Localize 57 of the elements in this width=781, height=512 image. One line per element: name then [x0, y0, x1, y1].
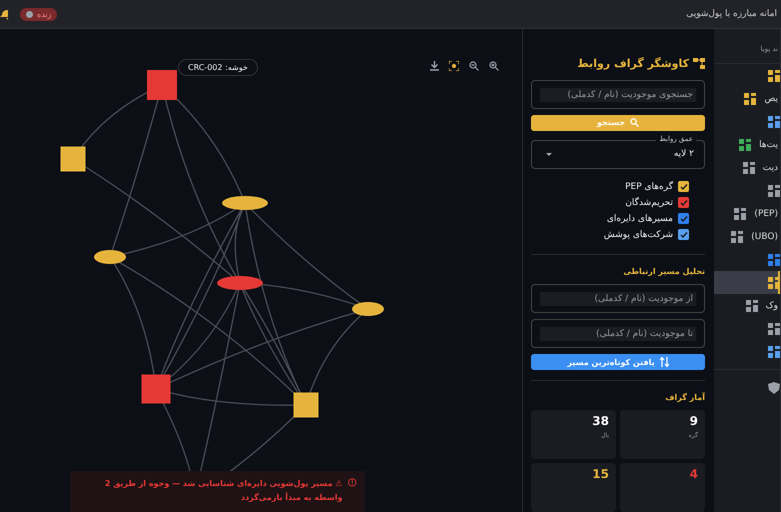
menu-icon	[731, 230, 744, 242]
filter-checkbox[interactable]: مسیرهای دایره‌ای	[531, 213, 689, 224]
menu-icon	[768, 70, 780, 82]
menu-icon	[768, 254, 780, 266]
zoom-out-icon[interactable]	[469, 61, 479, 71]
stat-value: 4	[690, 467, 698, 481]
menu-icon	[739, 138, 752, 150]
sidebar-item[interactable]	[714, 271, 780, 294]
graph-node[interactable]	[142, 374, 170, 404]
sidebar-item[interactable]: وک	[714, 294, 780, 317]
graph-node[interactable]	[222, 196, 268, 210]
graph-node[interactable]	[294, 392, 318, 418]
menu-icon	[768, 116, 780, 128]
bell-icon[interactable]	[0, 8, 8, 20]
stat-value: 15	[592, 467, 609, 481]
panel-title: کاوشگر گراف روابط	[531, 57, 705, 70]
graph-node[interactable]	[352, 302, 384, 316]
sidebar-item[interactable]: یت‌ها	[714, 133, 780, 156]
menu-icon	[744, 92, 756, 104]
section-title: آمار گراف	[664, 393, 705, 402]
hierarchy-icon	[693, 58, 705, 69]
zoom-in-icon[interactable]	[489, 61, 499, 71]
stat-value: 9	[690, 414, 698, 428]
from-entity-field[interactable]: از موجودیت (نام / کدملی)	[531, 284, 705, 314]
search-field[interactable]: جستجوی موجودیت (نام / کدملی)	[531, 80, 705, 110]
alert-message: ⚠ مسیر پول‌شویی دایره‌ای شناسایی شد — وجوه از طریق 2 واسطه به مبدأ بازمی‌گردد	[104, 478, 342, 504]
filter-checkbox[interactable]: تحریم‌شدگان	[531, 197, 689, 208]
dropdown-caret-icon	[546, 152, 552, 156]
alert-icon	[348, 477, 357, 488]
download-icon[interactable]	[430, 61, 439, 71]
menu-icon	[768, 184, 780, 196]
to-entity-field[interactable]: تا موجودیت (نام / کدملی)	[531, 319, 705, 348]
graph-node[interactable]	[94, 250, 126, 264]
filter-checkbox[interactable]: شرکت‌های پوشش	[531, 229, 689, 240]
swap-arrows-icon	[660, 357, 669, 368]
app-title: امانه مبارزه با پول‌شویی	[686, 9, 777, 19]
cluster-badge: خوشه: CRC-002	[178, 59, 258, 76]
shield-icon	[768, 382, 780, 394]
graph-node[interactable]	[60, 146, 86, 172]
section-title: تحلیل مسیر ارتباطی	[622, 267, 705, 276]
live-badge: زنده	[20, 8, 58, 20]
graph-node[interactable]	[147, 70, 177, 100]
menu-icon	[734, 208, 746, 220]
graph-node[interactable]	[217, 276, 263, 290]
menu-icon	[768, 346, 780, 358]
stat-value: 38	[592, 414, 609, 428]
sidebar-item[interactable]: دیت	[714, 156, 780, 179]
sidebar-item[interactable]: یص	[714, 87, 780, 110]
menu-icon	[768, 276, 780, 288]
sidebar-item[interactable]: (PEP)	[714, 202, 780, 225]
search-icon	[630, 118, 639, 128]
menu-icon	[742, 162, 755, 174]
menu-icon	[746, 300, 758, 312]
sidebar-item[interactable]: (UBO)	[714, 225, 780, 248]
focus-icon[interactable]	[449, 61, 459, 71]
filter-checkbox[interactable]: گره‌های PEP	[531, 181, 689, 192]
menu-icon	[768, 322, 780, 334]
